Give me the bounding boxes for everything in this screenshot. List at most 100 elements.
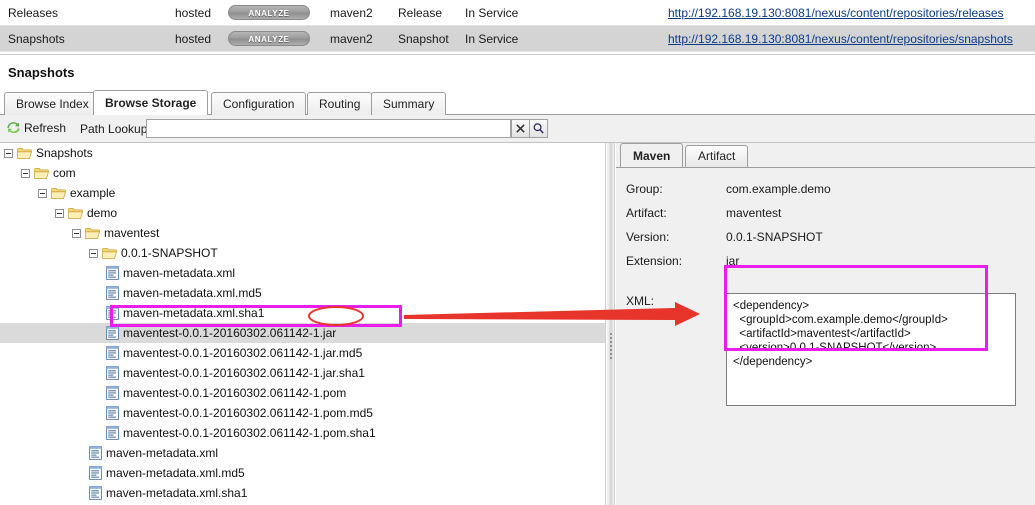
storage-tree[interactable]: Snapshots com example demo maventest 0.0.1-SN… xyxy=(0,143,605,505)
xml-file-icon xyxy=(89,466,102,480)
xml-file-icon xyxy=(106,326,119,340)
tree-expand-toggle[interactable] xyxy=(38,188,47,198)
xml-file-icon xyxy=(106,366,119,380)
tab-summary[interactable]: Summary xyxy=(371,92,447,115)
tree-node-label: com xyxy=(53,166,76,180)
tab-artifact[interactable]: Artifact xyxy=(685,145,749,167)
tree-folder-node[interactable]: demo xyxy=(0,203,605,223)
analyze-button-cell: ANALYZE xyxy=(228,5,310,20)
repo-format: maven2 xyxy=(330,31,373,46)
xml-file-icon xyxy=(89,486,102,500)
tree-file-node[interactable]: maven-metadata.xml xyxy=(0,443,605,463)
clear-path-button[interactable] xyxy=(511,119,530,138)
artifact-label: Artifact: xyxy=(626,206,667,220)
artifact-value: maventest xyxy=(726,206,782,220)
refresh-button[interactable]: Refresh xyxy=(6,120,66,135)
folder-icon xyxy=(85,227,100,239)
xml-file-icon xyxy=(106,386,119,400)
tree-folder-node[interactable]: com xyxy=(0,163,605,183)
table-row[interactable]: Snapshots hosted ANALYZE maven2 Snapshot… xyxy=(0,26,1035,52)
analyze-button-cell: ANALYZE xyxy=(228,31,310,46)
tree-folder-node[interactable]: Snapshots xyxy=(0,143,605,163)
xml-label: XML: xyxy=(626,294,655,308)
xml-file-icon xyxy=(106,406,119,420)
repo-url-link[interactable]: http://192.168.19.130:8081/nexus/content… xyxy=(668,6,1004,20)
table-row[interactable]: Releases hosted ANALYZE maven2 Release I… xyxy=(0,0,1035,26)
repo-name: Snapshots xyxy=(8,31,65,46)
repository-table: Releases hosted ANALYZE maven2 Release I… xyxy=(0,0,1035,52)
version-label: Version: xyxy=(626,230,670,244)
detail-body: Group: com.example.demo Artifact: mavent… xyxy=(616,167,1035,505)
repo-url-link[interactable]: http://192.168.19.130:8081/nexus/content… xyxy=(668,32,1013,46)
path-lookup-input[interactable] xyxy=(146,119,511,138)
tree-expand-toggle[interactable] xyxy=(72,228,81,238)
tree-node-label: maventest-0.0.1-20160302.061142-1.pom xyxy=(123,386,347,400)
repo-name: Releases xyxy=(8,5,59,20)
xml-file-icon xyxy=(106,286,119,300)
tree-node-label: maventest-0.0.1-20160302.061142-1.jar.sh… xyxy=(123,366,365,380)
detail-tabstrip: Maven Artifact xyxy=(616,143,1035,167)
tree-folder-node[interactable]: example xyxy=(0,183,605,203)
main-tabstrip: Browse Index Browse Storage Configuratio… xyxy=(0,90,1035,115)
tree-file-node[interactable]: maventest-0.0.1-20160302.061142-1.jar.sh… xyxy=(0,363,605,383)
tab-configuration[interactable]: Configuration xyxy=(211,92,307,115)
group-value: com.example.demo xyxy=(726,182,831,196)
repo-status: In Service xyxy=(465,31,519,46)
tree-file-node[interactable]: maven-metadata.xml.sha1 xyxy=(0,483,605,503)
tree-node-label: maven-metadata.xml.md5 xyxy=(106,466,245,480)
tab-routing[interactable]: Routing xyxy=(307,92,373,115)
search-icon xyxy=(533,123,544,134)
search-path-button[interactable] xyxy=(529,119,548,138)
tree-file-node[interactable]: maventest-0.0.1-20160302.061142-1.jar xyxy=(0,323,605,343)
tree-file-node[interactable]: maventest-0.0.1-20160302.061142-1.pom xyxy=(0,383,605,403)
analyze-button[interactable]: ANALYZE xyxy=(228,31,310,46)
tree-node-label: maven-metadata.xml.sha1 xyxy=(123,306,265,320)
section-header: Snapshots xyxy=(0,54,1035,90)
tree-folder-node[interactable]: 0.0.1-SNAPSHOT xyxy=(0,243,605,263)
tree-node-label: maven-metadata.xml.sha1 xyxy=(106,486,248,500)
folder-icon xyxy=(17,147,32,159)
xml-file-icon xyxy=(106,426,119,440)
tree-file-node[interactable]: maventest-0.0.1-20160302.061142-1.pom.md… xyxy=(0,403,605,423)
xml-dependency-textarea[interactable] xyxy=(726,293,1016,406)
panel-splitter[interactable] xyxy=(605,143,615,505)
xml-file-icon xyxy=(106,306,119,320)
tab-browse-index[interactable]: Browse Index xyxy=(4,92,101,115)
version-value: 0.0.1-SNAPSHOT xyxy=(726,230,823,244)
tree-expand-toggle[interactable] xyxy=(4,148,13,158)
tree-node-label: maven-metadata.xml.md5 xyxy=(123,286,262,300)
extension-value: jar xyxy=(726,254,740,268)
tree-file-node[interactable]: maven-metadata.xml.sha1 xyxy=(0,303,605,323)
storage-toolbar: Refresh Path Lookup: xyxy=(0,115,1035,143)
tree-file-node[interactable]: maven-metadata.xml.md5 xyxy=(0,463,605,483)
xml-file-icon xyxy=(106,346,119,360)
group-label: Group: xyxy=(626,182,663,196)
analyze-button[interactable]: ANALYZE xyxy=(228,5,310,20)
tree-node-label: demo xyxy=(87,206,118,220)
tree-node-label: maventest-0.0.1-20160302.061142-1.jar.md… xyxy=(123,346,363,360)
splitter-grip xyxy=(610,333,612,367)
repo-policy: Release xyxy=(398,5,443,20)
close-icon xyxy=(516,124,525,133)
tree-expand-toggle[interactable] xyxy=(89,248,98,258)
tree-file-node[interactable]: maventest-0.0.1-20160302.061142-1.pom.sh… xyxy=(0,423,605,443)
tree-file-node[interactable]: maventest-0.0.1-20160302.061142-1.jar.md… xyxy=(0,343,605,363)
tab-browse-storage[interactable]: Browse Storage xyxy=(93,90,209,115)
tree-node-label: maventest-0.0.1-20160302.061142-1.jar xyxy=(123,326,337,340)
tree-folder-node[interactable]: maventest xyxy=(0,223,605,243)
tree-file-node[interactable]: maven-metadata.xml.md5 xyxy=(0,283,605,303)
tree-node-label: example xyxy=(70,186,116,200)
repo-policy: Snapshot xyxy=(398,31,449,46)
tree-expand-toggle[interactable] xyxy=(21,168,30,178)
tree-file-node[interactable]: maven-metadata.xml xyxy=(0,263,605,283)
repo-status: In Service xyxy=(465,5,519,20)
xml-file-icon xyxy=(89,446,102,460)
tree-node-label: Snapshots xyxy=(36,146,93,160)
path-lookup-label: Path Lookup: xyxy=(80,122,151,136)
tab-maven[interactable]: Maven xyxy=(620,143,684,167)
tree-node-label: 0.0.1-SNAPSHOT xyxy=(121,246,218,260)
tree-expand-toggle[interactable] xyxy=(55,208,64,218)
folder-icon xyxy=(51,187,66,199)
tree-node-label: maven-metadata.xml xyxy=(123,266,236,280)
folder-icon xyxy=(102,247,117,259)
